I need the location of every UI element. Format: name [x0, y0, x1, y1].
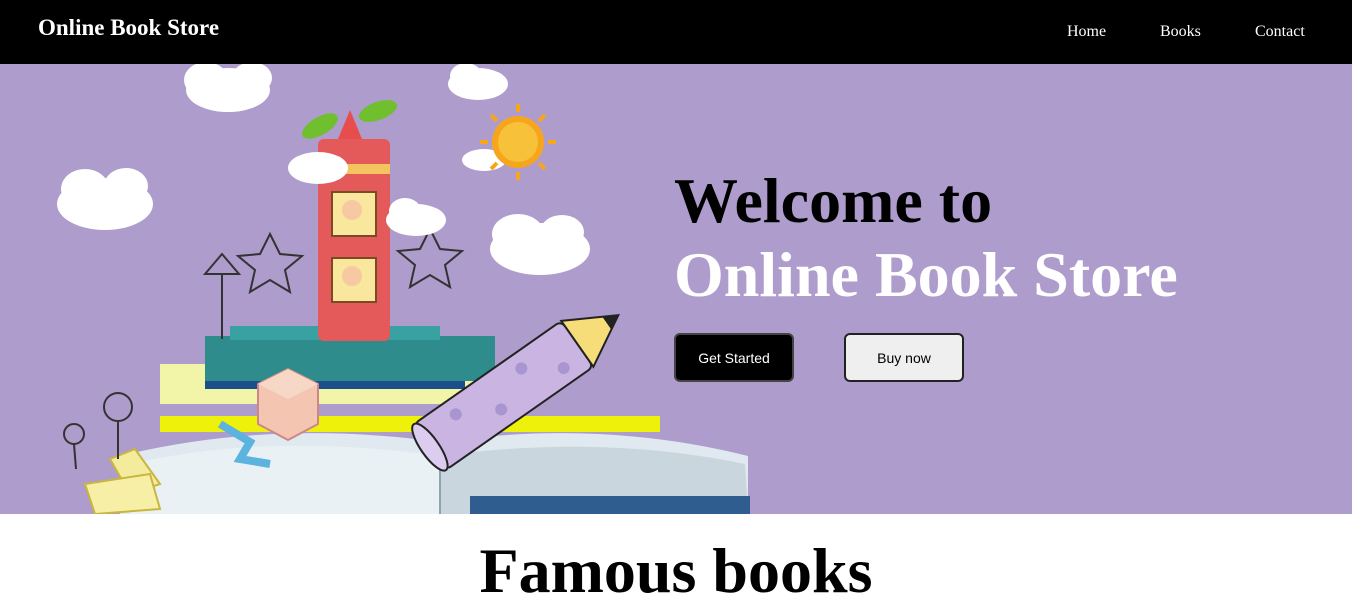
pencil-tower-image — [302, 100, 398, 341]
hero-heading-line2: Online Book Store — [674, 239, 1178, 310]
hero-banner: Welcome to Online Book Store Get Started… — [0, 64, 1352, 514]
nav-link-books[interactable]: Books — [1160, 23, 1201, 41]
famous-books-heading: Famous books — [479, 535, 873, 606]
hero-heading-line1: Welcome to — [674, 165, 993, 236]
buy-now-button[interactable]: Buy now — [844, 333, 964, 382]
navbar: Online Book Store Home Books Contact — [0, 0, 1352, 64]
nav-link-contact[interactable]: Contact — [1255, 23, 1305, 41]
brand-logo[interactable]: Online Book Store — [38, 15, 219, 41]
sun-image — [480, 104, 556, 180]
hero-illustration — [57, 64, 750, 514]
nav-link-home[interactable]: Home — [1067, 23, 1106, 41]
get-started-button[interactable]: Get Started — [674, 333, 794, 382]
